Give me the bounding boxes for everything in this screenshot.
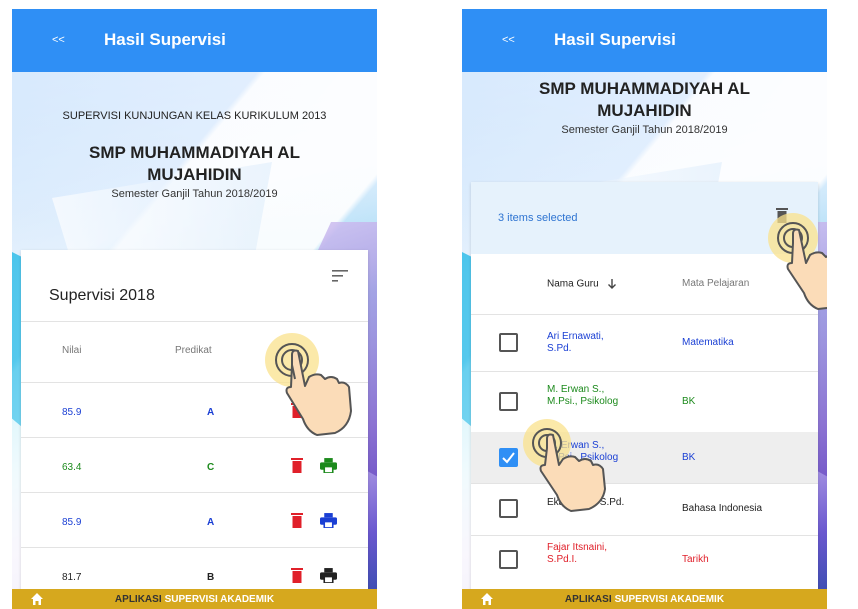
teacher-table-card: 3 items selected Nama Guru Mata Pelajara… [471,182,818,609]
cell-mata-pelajaran: Matematika [682,337,734,348]
app-bar: << Hasil Supervisi [12,9,377,72]
table-row[interactable]: Ari Ernawati, S.Pd. Matematika [471,315,818,371]
table-row[interactable]: 85.9 A [21,492,368,547]
cell-mata-pelajaran: BK [682,396,696,407]
card-title: Supervisi 2018 [49,287,155,304]
column-header-nama-label: Nama Guru [547,278,599,290]
supervision-subtitle: SUPERVISI KUNJUNGAN KELAS KURIKULUM 2013 [62,110,327,122]
school-header: SMP MUHAMMADIYAH AL MUJAHIDIN Semester G… [462,78,827,136]
cell-nilai: 81.7 [62,572,82,583]
row-checkbox[interactable] [499,448,518,467]
cell-nama-guru: Fajar Itsnaini, S.Pd.I. [547,542,608,565]
cell-mata-pelajaran: Tarikh [682,554,709,565]
table-row[interactable]: Fajar Itsnaini, S.Pd.I. Tarikh [471,535,818,585]
selected-count: 3 items selected [498,212,578,224]
home-icon[interactable] [30,592,44,606]
row-checkbox[interactable] [499,550,518,569]
column-header-nama-guru[interactable]: Nama Guru [547,278,617,290]
school-header: SUPERVISI KUNJUNGAN KELAS KURIKULUM 2013… [12,110,377,200]
checkmark-icon [502,452,515,464]
printer-icon[interactable] [320,513,337,528]
semester-label: Semester Ganjil Tahun 2018/2019 [561,124,728,136]
selection-bar: 3 items selected [471,182,818,254]
tap-hand-icon [265,331,365,441]
app-footer: APLIKASI SUPERVISI AKADEMIK [462,589,827,609]
cell-predikat: C [207,462,215,473]
footer-prefix: APLIKASI [114,593,162,605]
filter-icon[interactable] [332,270,348,282]
cell-nama-guru: Ari Ernawati, S.Pd. [547,331,604,354]
phone-screen-right: << Hasil Supervisi SMP MUHAMMADIYAH AL M… [462,9,827,609]
semester-label: Semester Ganjil Tahun 2018/2019 [111,188,278,200]
column-header-nilai[interactable]: Nilai [62,345,81,356]
tap-hand-icon [523,419,623,529]
home-icon[interactable] [480,592,494,606]
cell-mata-pelajaran: Bahasa Indonesia [682,503,763,514]
column-header-predikat[interactable]: Predikat [175,345,212,356]
footer-accent: SUPERVISI AKADEMIK [614,593,725,605]
footer-accent: SUPERVISI AKADEMIK [164,593,275,605]
cell-nama-guru: M. Erwan S., M.Psi., Psikolog [547,384,619,407]
trash-icon[interactable] [291,457,303,473]
trash-icon[interactable] [291,512,303,528]
row-checkbox[interactable] [499,499,518,518]
app-bar: << Hasil Supervisi [462,9,827,72]
cell-nilai: 85.9 [62,407,82,418]
app-footer: APLIKASI SUPERVISI AKADEMIK [12,589,377,609]
cell-predikat: A [207,517,215,528]
tap-hand-icon [768,213,827,323]
footer-prefix: APLIKASI [564,593,612,605]
school-name-line1: SMP MUHAMMADIYAH AL [539,79,750,98]
column-header-mata-pelajaran[interactable]: Mata Pelajaran [682,278,749,289]
back-button[interactable]: << [502,34,515,46]
page-title: Hasil Supervisi [104,30,226,49]
cell-nilai: 63.4 [62,462,82,473]
phone-screen-left: << Hasil Supervisi SUPERVISI KUNJUNGAN K… [12,9,377,609]
page-title: Hasil Supervisi [554,30,676,49]
school-name-line2: MUJAHIDIN [597,101,692,120]
trash-icon[interactable] [291,567,303,583]
back-button[interactable]: << [52,34,65,46]
printer-icon[interactable] [320,568,337,583]
arrow-down-icon [608,279,617,289]
cell-predikat: B [207,572,215,583]
row-checkbox[interactable] [499,333,518,352]
school-name-line1: SMP MUHAMMADIYAH AL [89,143,300,162]
cell-nilai: 85.9 [62,517,82,528]
printer-icon[interactable] [320,458,337,473]
cell-mata-pelajaran: BK [682,452,696,463]
school-name-line2: MUJAHIDIN [147,165,242,184]
table-row[interactable]: 63.4 C [21,437,368,492]
cell-predikat: A [207,407,215,418]
row-checkbox[interactable] [499,392,518,411]
